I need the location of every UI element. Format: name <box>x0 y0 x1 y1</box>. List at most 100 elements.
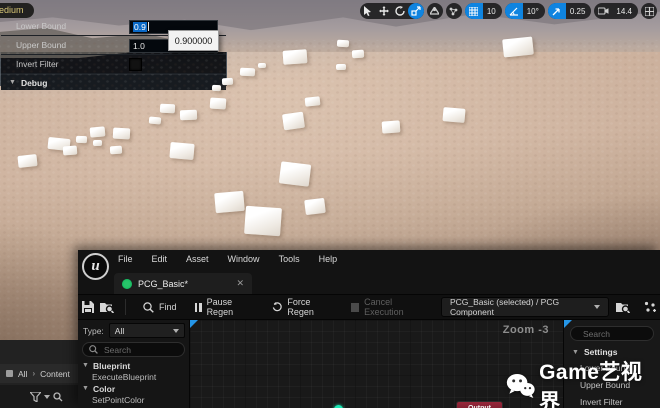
pcg-cube <box>382 120 401 133</box>
type-dropdown[interactable]: All <box>109 323 185 338</box>
pcg-cube <box>222 78 233 86</box>
folder-search-icon <box>100 301 114 313</box>
tree-label: Blueprint <box>93 361 130 371</box>
node-palette-panel: Type: All ▼ Blueprint ExecuteBlueprint <box>78 320 190 408</box>
collapse-arrow-icon: ▼ <box>82 385 89 392</box>
search-icon <box>89 345 98 354</box>
pcg-cube <box>210 97 227 109</box>
pcg-title-bar: u File Edit Asset Window Tools Help PCG_… <box>78 250 660 294</box>
find-icon <box>143 302 154 313</box>
transform-tools-group <box>360 3 424 19</box>
cancel-execution-label: Cancel Execution <box>364 297 426 317</box>
collapse-arrow-icon: ▼ <box>82 362 89 369</box>
pcg-cube <box>110 146 122 155</box>
pcg-cube <box>113 128 131 140</box>
tree-item-setpointcolor[interactable]: SetPointColor <box>78 395 189 407</box>
scale-snap-value: 0.25 <box>566 7 592 16</box>
invert-filter-label: Invert Filter <box>1 59 126 69</box>
pcg-cube <box>212 85 221 91</box>
tree-category-color[interactable]: ▼ Color <box>78 383 189 395</box>
debug-settings-icon[interactable] <box>640 297 660 317</box>
pcg-cube <box>240 68 255 77</box>
debug-object-dropdown[interactable]: PCG_Basic (selected) / PCG Component <box>441 297 609 317</box>
watermark: Game艺视界 <box>506 356 660 408</box>
pause-regen-label: Pause Regen <box>207 297 254 317</box>
value-tooltip: 0.900000 <box>168 30 219 51</box>
breadcrumb: All › Content <box>0 364 86 383</box>
pcg-asset-icon <box>122 279 132 289</box>
node-title: Output <box>468 405 491 408</box>
details-search-box[interactable] <box>570 326 654 341</box>
tree-label: ExecuteBlueprint <box>92 372 156 382</box>
actor-snap-icon[interactable] <box>446 3 462 19</box>
pcg-cube <box>180 110 197 121</box>
breadcrumb-content[interactable]: Content <box>40 369 70 379</box>
pcg-cube <box>282 112 305 131</box>
pcg-cube <box>258 63 266 68</box>
invert-filter-checkbox[interactable] <box>129 58 142 71</box>
rotate-tool-icon[interactable] <box>392 3 408 19</box>
find-label: Find <box>159 302 177 312</box>
camera-speed-value: 14.4 <box>612 7 638 16</box>
pcg-cube <box>502 36 534 57</box>
angle-snap-control[interactable]: 10° <box>505 3 545 19</box>
menu-help[interactable]: Help <box>319 254 338 264</box>
save-icon <box>82 301 94 313</box>
menu-tools[interactable]: Tools <box>279 254 300 264</box>
scale-snap-control[interactable]: 0.25 <box>548 3 592 19</box>
browse-to-component-button[interactable] <box>613 297 633 317</box>
menu-edit[interactable]: Edit <box>152 254 168 264</box>
pcg-cube <box>336 64 346 70</box>
maximize-viewport-icon[interactable] <box>641 3 657 19</box>
toolbar-separator <box>125 299 126 315</box>
grid-snap-control[interactable]: 10 <box>465 3 502 19</box>
search-icon[interactable] <box>53 392 63 402</box>
chevron-down-icon[interactable] <box>44 395 50 399</box>
palette-search-box[interactable] <box>82 342 185 357</box>
pcg-cube <box>149 116 162 124</box>
menu-file[interactable]: File <box>118 254 133 264</box>
pcg-cube <box>90 126 106 137</box>
pcg-cube <box>279 161 311 186</box>
viewport-toolbar: 10 10° 0.25 14.4 <box>360 3 657 19</box>
force-regen-button[interactable]: Force Regen <box>263 297 342 317</box>
node-output[interactable]: Output Out <box>456 401 503 408</box>
filter-funnel-icon[interactable] <box>30 392 41 402</box>
tab-close-icon[interactable]: ✕ <box>236 278 244 289</box>
angle-snap-icon <box>505 3 523 19</box>
details-search-input[interactable] <box>581 328 655 340</box>
asset-tab-pcg-basic[interactable]: PCG_Basic* ✕ <box>114 273 252 294</box>
scalability-badge: Scalability: Medium <box>0 3 34 18</box>
text-caret <box>148 22 149 31</box>
wechat-icon <box>506 373 535 399</box>
save-button[interactable] <box>78 297 98 317</box>
content-browser: All › Content <box>0 340 80 408</box>
pcg-cube <box>283 49 308 65</box>
palette-search-input[interactable] <box>102 344 176 356</box>
browse-to-asset-button[interactable] <box>98 297 118 317</box>
menu-window[interactable]: Window <box>228 254 260 264</box>
zoom-level-label: Zoom -3 <box>503 324 549 336</box>
menu-asset[interactable]: Asset <box>186 254 209 264</box>
find-button[interactable]: Find <box>134 297 186 317</box>
type-filter-row: Type: All <box>78 320 189 340</box>
pause-regen-button[interactable]: Pause Regen <box>186 297 263 317</box>
breadcrumb-all[interactable]: All <box>18 369 27 379</box>
surface-snap-icon[interactable] <box>427 3 443 19</box>
pcg-cube <box>169 142 194 160</box>
debug-object-label: PCG_Basic (selected) / PCG Component <box>450 297 587 317</box>
grid-snap-value: 10 <box>483 7 502 16</box>
type-label: Type: <box>83 326 104 336</box>
cancel-execution-button[interactable]: Cancel Execution <box>342 297 435 317</box>
scale-tool-icon[interactable] <box>408 3 424 19</box>
move-tool-icon[interactable] <box>376 3 392 19</box>
pcg-cube <box>442 107 465 123</box>
camera-speed-control[interactable]: 14.4 <box>594 3 638 19</box>
tree-category-blueprint[interactable]: ▼ Blueprint <box>78 360 189 372</box>
scale-snap-icon <box>548 3 566 19</box>
select-tool-icon[interactable] <box>360 3 376 19</box>
lower-bound-label: Lower Bound <box>1 21 126 31</box>
tab-label: PCG_Basic* <box>138 279 188 289</box>
tree-item-executeblueprint[interactable]: ExecuteBlueprint <box>78 372 189 384</box>
pcg-cube <box>352 50 364 59</box>
